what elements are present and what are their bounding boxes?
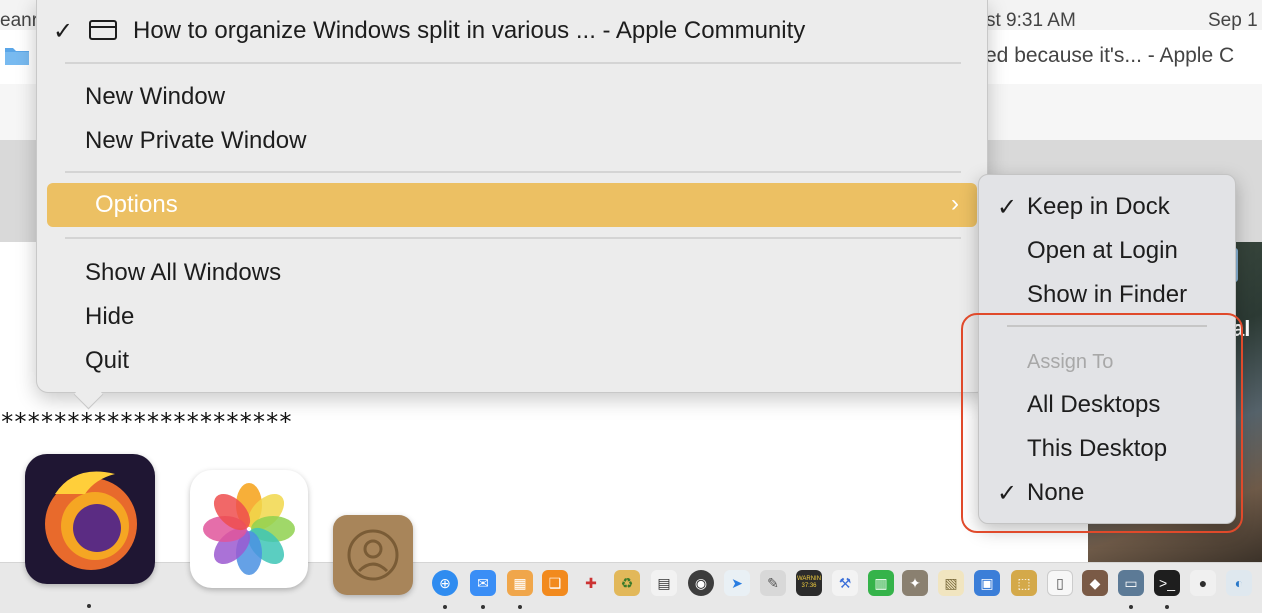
color-picker-icon[interactable]: ✚: [578, 570, 604, 596]
recycle-icon[interactable]: ♻: [614, 570, 640, 596]
tab-text-partial: eanr: [0, 10, 39, 31]
asterisk-line: **********************: [0, 408, 293, 436]
disk-icon[interactable]: ◐: [1226, 570, 1252, 596]
console-label: WARNIN 37:36: [796, 576, 822, 589]
annotation-highlight-box: [961, 313, 1243, 533]
tab-time-text: st 9:31 AM: [986, 10, 1076, 31]
chevron-right-icon: ›: [951, 190, 959, 217]
menu-item-new-window[interactable]: New Window: [85, 83, 225, 111]
menu-item-hide[interactable]: Hide: [85, 303, 134, 331]
menu-item-options[interactable]: Options ›: [47, 183, 977, 227]
running-indicator: [87, 604, 91, 608]
script-icon[interactable]: ✎: [760, 570, 786, 596]
finder-icon[interactable]: ▭: [1118, 570, 1144, 596]
running-indicator: [481, 605, 485, 609]
contacts-icon[interactable]: [333, 515, 413, 595]
photo-viewer-icon[interactable]: ▣: [974, 570, 1000, 596]
menu-item-options-label: Options: [95, 191, 178, 218]
preview-icon[interactable]: ▦: [507, 570, 533, 596]
tab-date-text: Sep 1: [1208, 10, 1258, 31]
submenu-item-keep-in-dock[interactable]: Keep in Dock: [1027, 193, 1170, 221]
numbers-icon[interactable]: ▥: [868, 570, 894, 596]
document-icon[interactable]: ▧: [938, 570, 964, 596]
mail-icon[interactable]: ✉: [470, 570, 496, 596]
xcode-icon[interactable]: ⚒: [832, 570, 858, 596]
photos-icon[interactable]: [190, 470, 308, 588]
menu-item-quit[interactable]: Quit: [85, 347, 129, 375]
running-indicator: [1129, 605, 1133, 609]
running-indicator: [1165, 605, 1169, 609]
running-indicator: [518, 605, 522, 609]
terminal-icon[interactable]: >_: [1154, 570, 1180, 596]
menu-separator: [65, 237, 961, 239]
menu-item-show-all-windows[interactable]: Show All Windows: [85, 259, 281, 287]
app-icon[interactable]: ◆: [1082, 570, 1108, 596]
menu-separator: [65, 62, 961, 64]
row-title-partial: ed because it's... - Apple C: [985, 44, 1235, 67]
safari-icon[interactable]: ⊕: [432, 570, 458, 596]
firefox-icon[interactable]: [25, 454, 155, 584]
submenu-item-open-at-login[interactable]: Open at Login: [1027, 237, 1178, 265]
checkmark-icon: ✓: [997, 194, 1018, 221]
window-icon: [89, 20, 117, 40]
menu-item-new-private-window[interactable]: New Private Window: [85, 127, 306, 155]
menu-item-window-title[interactable]: How to organize Windows split in various…: [133, 17, 805, 45]
quicktime-icon[interactable]: ◉: [688, 570, 714, 596]
submenu-item-show-in-finder[interactable]: Show in Finder: [1027, 281, 1187, 309]
console-icon[interactable]: WARNIN 37:36: [796, 570, 822, 596]
folder-icon: [5, 48, 29, 65]
textedit-icon[interactable]: ▯: [1047, 570, 1073, 596]
dock-context-menu: ✓ How to organize Windows split in vario…: [36, 0, 988, 393]
window-checkmark: ✓: [53, 18, 74, 45]
gimp-icon[interactable]: ✦: [902, 570, 928, 596]
running-indicator: [443, 605, 447, 609]
books-icon[interactable]: ❑: [542, 570, 568, 596]
elephant-icon[interactable]: ●: [1190, 570, 1216, 596]
maps-icon[interactable]: ➤: [724, 570, 750, 596]
menu-separator: [65, 171, 961, 173]
archive-icon[interactable]: ⬚: [1011, 570, 1037, 596]
calculator-icon[interactable]: ▤: [651, 570, 677, 596]
